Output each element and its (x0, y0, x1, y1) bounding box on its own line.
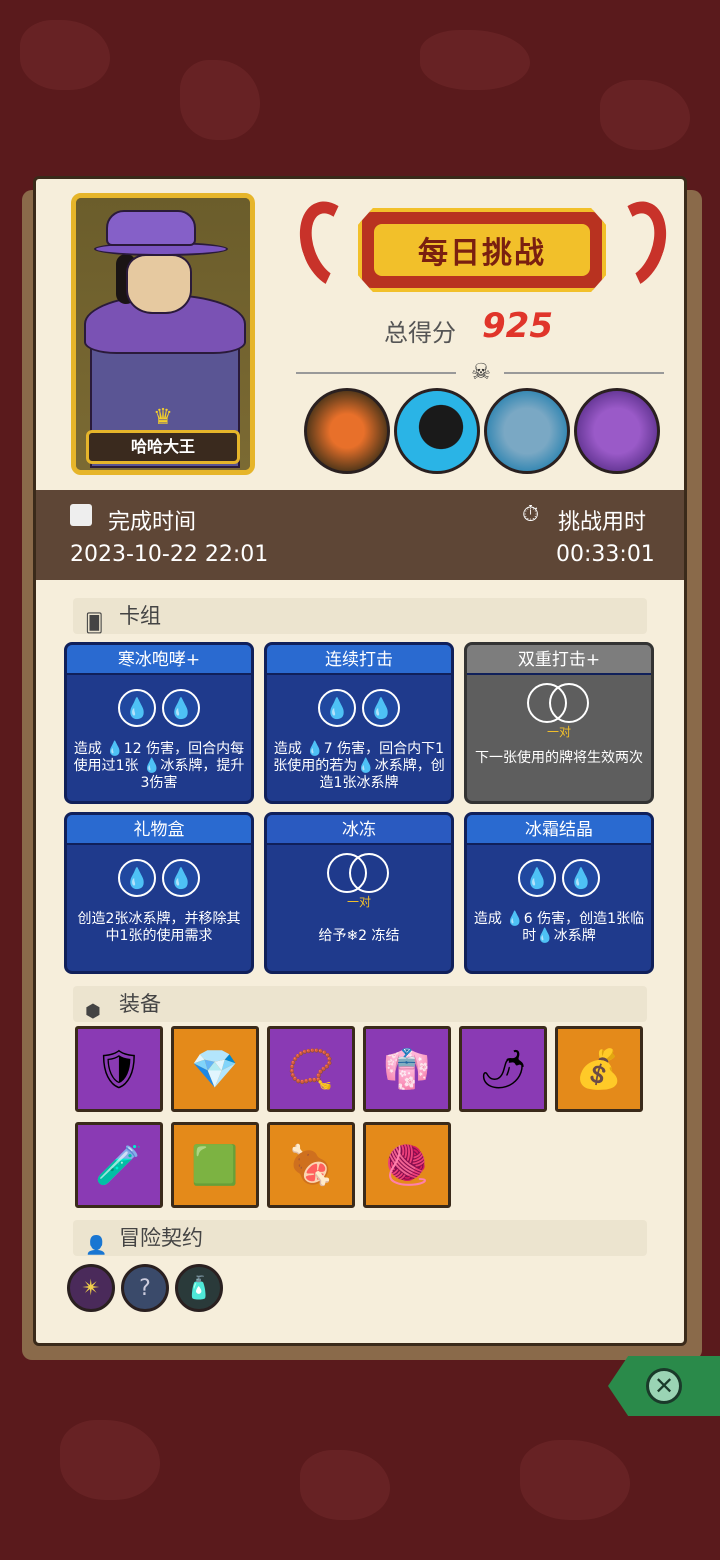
card-gift-box[interactable]: 礼物盒 💧 💧 创造2张冰系牌，并移除其中1张的使用需求 (64, 812, 254, 974)
wizard-hat (106, 210, 196, 246)
character-face (126, 254, 192, 314)
score-label: 总得分 (384, 319, 456, 347)
background-shape (300, 1450, 390, 1520)
dark-sigil-icon[interactable]: ✴ (67, 1264, 115, 1312)
water-drop-icon: 💧 (362, 689, 400, 727)
duration-label: 挑战用时 (558, 510, 647, 535)
pair-label: 一对 (346, 895, 371, 909)
boss-dragon-icon (574, 388, 660, 474)
contracts-section-label: 冒险契约 (119, 1226, 203, 1250)
card-description: 造成 💧7 伤害，回合内下1张使用的若为💧冰系牌，创造1张冰系牌 (273, 741, 445, 791)
card-combo-strike[interactable]: 连续打击 💧 💧 造成 💧7 伤害，回合内下1张使用的若为💧冰系牌，创造1张冰系牌 (264, 642, 454, 804)
pair-label: 一对 (546, 725, 571, 739)
card-description: 创造2张冰系牌，并移除其中1张的使用需求 (77, 911, 241, 944)
background-shape (180, 60, 260, 140)
skull-emblem-icon: ☠ (471, 360, 491, 385)
water-drop-icon: 💧 (162, 689, 200, 727)
background-shape (600, 80, 690, 150)
card-freeze[interactable]: 冰冻 一对 给予❄2 冻结 (264, 812, 454, 974)
film-icon (70, 504, 92, 526)
equipment-section-header: ⬢ 装备 (73, 986, 647, 1022)
duration-value: 00:33:01 (556, 542, 655, 567)
background-shape (60, 1420, 160, 1500)
character-portrait: ♛ 哈哈大王 (71, 193, 255, 475)
water-drop-icon: 💧 (318, 689, 356, 727)
cards-icon: 🂠 (85, 613, 104, 634)
water-drop-icon: 💧 (162, 859, 200, 897)
water-drop-icon: 💧 (118, 689, 156, 727)
contracts-section-header: 👤 冒险契约 (73, 1220, 647, 1256)
card-title: 连续打击 (325, 650, 393, 670)
card-title: 冰霜结晶 (525, 820, 593, 840)
cube-icon: ⬢ (85, 1001, 101, 1022)
finish-time-value: 2023-10-22 22:01 (70, 542, 269, 567)
potion-icon[interactable]: 🧪 (75, 1122, 163, 1208)
finish-time-label: 完成时间 (108, 510, 197, 535)
equipment-section-label: 装备 (119, 992, 161, 1016)
card-description: 给予❄2 冻结 (318, 928, 400, 944)
card-description: 造成 💧6 伤害，创造1张临时💧冰系牌 (473, 911, 645, 944)
deck-section-label: 卡组 (119, 604, 161, 628)
background-shape (420, 30, 530, 90)
divider-left (296, 372, 456, 374)
card-description: 下一张使用的牌将生效两次 (475, 750, 643, 766)
water-drop-icon: 💧 (562, 859, 600, 897)
bag-icon[interactable]: 💰 (555, 1026, 643, 1112)
card-frost-roar[interactable]: 寒冰咆哮+ 💧 💧 造成 💧12 伤害，回合内每使用过1张 💧冰系牌，提升3伤害 (64, 642, 254, 804)
boss-fish-icon (484, 388, 570, 474)
card-frost-crystal[interactable]: 冰霜结晶 💧 💧 造成 💧6 伤害，创造1张临时💧冰系牌 (464, 812, 654, 974)
flame-shield-icon[interactable]: 🛡 (75, 1026, 163, 1112)
crystal-icon[interactable]: 💎 (171, 1026, 259, 1112)
amulet-icon[interactable]: 📿 (267, 1026, 355, 1112)
question-shield-icon[interactable]: ? (121, 1264, 169, 1312)
sweater-icon[interactable]: 🧶 (363, 1122, 451, 1208)
score-value: 925 (482, 306, 553, 346)
stopwatch-icon: ⏱ (522, 502, 540, 527)
banner-title: 每日挑战 (418, 236, 546, 271)
water-drop-icon: 💧 (518, 859, 556, 897)
close-icon: ✕ (646, 1368, 682, 1404)
card-title: 礼物盒 (133, 820, 185, 840)
background-shape (520, 1440, 630, 1520)
character-name: 哈哈大王 (86, 430, 240, 464)
card-title: 冰冻 (342, 820, 376, 840)
pair-rings-icon (527, 683, 591, 723)
water-drop-icon: 💧 (118, 859, 156, 897)
chili-icon[interactable]: 🌶 (459, 1026, 547, 1112)
moss-block-icon[interactable]: 🟩 (171, 1122, 259, 1208)
divider-right (504, 372, 664, 374)
daily-challenge-banner: 每日挑战 (358, 208, 606, 292)
deck-section-header: 🂠 卡组 (73, 598, 647, 634)
card-title: 寒冰咆哮+ (117, 650, 201, 670)
bottle-icon[interactable]: 🧴 (175, 1264, 223, 1312)
boss-shadow-icon (394, 388, 480, 474)
pair-rings-icon (327, 853, 391, 893)
close-button[interactable]: ✕ (608, 1356, 720, 1416)
card-double-strike[interactable]: 双重打击+ 一对 下一张使用的牌将生效两次 (464, 642, 654, 804)
background-shape (20, 20, 110, 90)
time-bar: 完成时间 2023-10-22 22:01 ⏱ 挑战用时 00:33:01 (36, 490, 684, 580)
meat-plate-icon[interactable]: 🍖 (267, 1122, 355, 1208)
crown-icon: ♛ (153, 405, 173, 430)
boss-eye-icon (304, 388, 390, 474)
robe-icon[interactable]: 👘 (363, 1026, 451, 1112)
card-description: 造成 💧12 伤害，回合内每使用过1张 💧冰系牌，提升3伤害 (73, 741, 245, 791)
person-icon: 👤 (85, 1235, 108, 1256)
card-title: 双重打击+ (517, 650, 601, 670)
